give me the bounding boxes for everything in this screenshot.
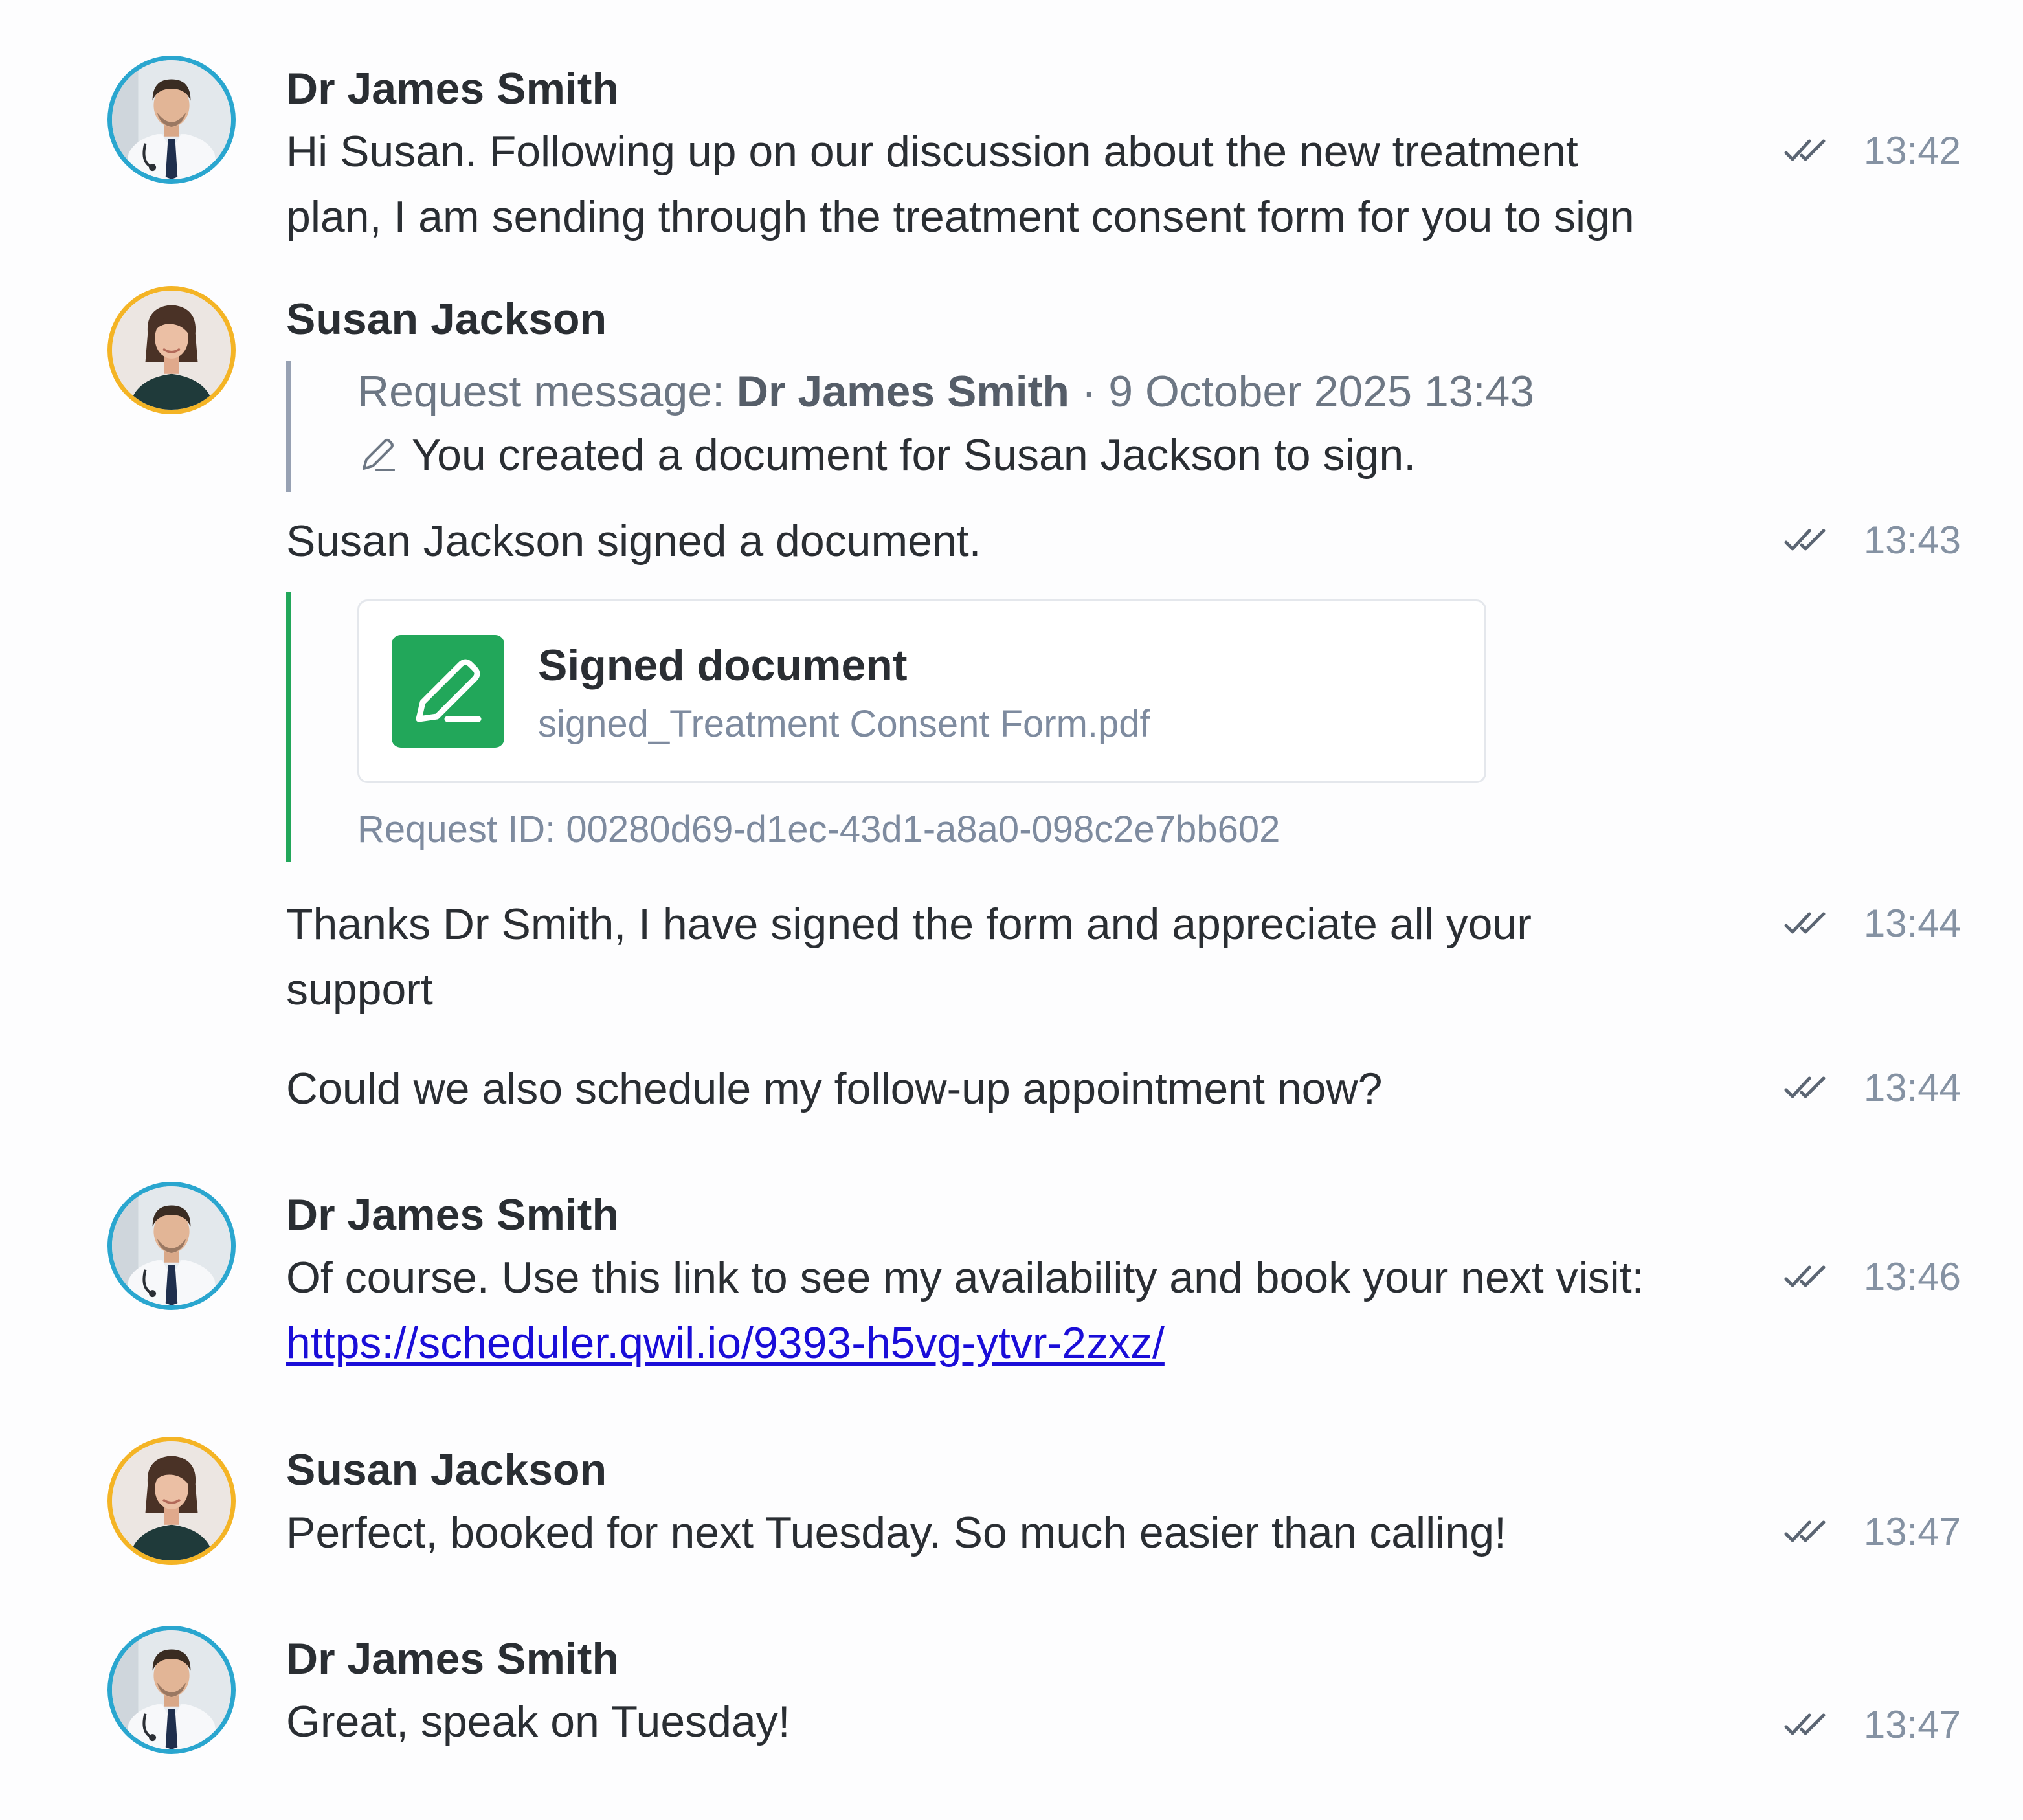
quote-datetime: 9 October 2025 13:43: [1108, 367, 1535, 416]
patient-avatar[interactable]: [107, 286, 236, 414]
message-meta: 13:46: [1783, 1254, 1961, 1298]
message-time: 13:44: [1863, 1065, 1961, 1109]
double-check-icon: [1783, 136, 1831, 164]
scheduler-link[interactable]: https://scheduler.qwil.io/9393-h5vg-ytvr…: [286, 1318, 1165, 1368]
message-time: 13:47: [1863, 1702, 1961, 1746]
message-time: 13:43: [1863, 518, 1961, 562]
sender-name: Susan Jackson: [286, 294, 607, 344]
patient-avatar[interactable]: [107, 1437, 236, 1565]
message-meta: 13:42: [1783, 128, 1961, 172]
doctor-avatar[interactable]: [107, 56, 236, 184]
doctor-avatar[interactable]: [107, 1182, 236, 1310]
doctor-avatar[interactable]: [107, 1626, 236, 1754]
message-text: Thanks Dr Smith, I have signed the form …: [286, 892, 1532, 1023]
sender-name: Dr James Smith: [286, 1634, 619, 1683]
patient-avatar-image: [112, 291, 231, 410]
document-filename[interactable]: signed_Treatment Consent Form.pdf: [538, 702, 1150, 746]
message-text: Perfect, booked for next Tuesday. So muc…: [286, 1508, 1506, 1557]
message-meta: 13:47: [1783, 1702, 1961, 1746]
signed-document-card[interactable]: Signed document signed_Treatment Consent…: [357, 599, 1486, 783]
signed-document-bar: [286, 592, 291, 862]
quote-author: Dr James Smith: [736, 367, 1069, 416]
message-line: plan, I am sending through the treatment…: [286, 192, 1635, 241]
message-line: Thanks Dr Smith, I have signed the form …: [286, 900, 1532, 949]
sender-name: Dr James Smith: [286, 64, 619, 113]
doctor-avatar-image: [112, 60, 231, 179]
message-text: Susan Jackson signed a document.: [286, 516, 981, 566]
message-time: 13:46: [1863, 1254, 1961, 1298]
quote-body-text: You created a document for Susan Jackson…: [412, 430, 1416, 480]
message-line: support: [286, 965, 433, 1014]
message-meta: 13:44: [1783, 1065, 1961, 1109]
message-text: Hi Susan. Following up on our discussion…: [286, 119, 1635, 250]
double-check-icon: [1783, 1517, 1831, 1546]
message-time: 13:42: [1863, 128, 1961, 172]
pen-icon: [416, 659, 482, 722]
message-time: 13:44: [1863, 901, 1961, 945]
message-text: Of course. Use this link to see my avail…: [286, 1245, 1644, 1376]
double-check-icon: [1783, 1073, 1831, 1102]
quoted-message-header[interactable]: Request message: Dr James Smith · 9 Octo…: [357, 366, 1534, 417]
message-meta: 13:43: [1783, 518, 1961, 562]
double-check-icon: [1783, 1262, 1831, 1291]
message-meta: 13:47: [1783, 1509, 1961, 1553]
double-check-icon: [1783, 1710, 1831, 1738]
message-line: Of course. Use this link to see my avail…: [286, 1253, 1644, 1302]
signed-document-icon: [392, 635, 504, 748]
request-id: Request ID: 00280d69-d1ec-43d1-a8a0-098c…: [357, 808, 1280, 850]
quote-separator: ·: [1069, 367, 1109, 416]
message-text: Great, speak on Tuesday!: [286, 1697, 790, 1746]
message-meta: 13:44: [1783, 902, 1961, 945]
patient-avatar-image: [112, 1441, 231, 1560]
quoted-message-body: You created a document for Susan Jackson…: [357, 430, 1416, 480]
message-time: 13:47: [1863, 1509, 1961, 1553]
pen-icon: [363, 439, 395, 471]
doctor-avatar-image: [112, 1186, 231, 1305]
double-check-icon: [1783, 909, 1831, 937]
doctor-avatar-image: [112, 1630, 231, 1749]
double-check-icon: [1783, 526, 1831, 554]
message-line: Hi Susan. Following up on our discussion…: [286, 127, 1578, 176]
document-title: Signed document: [538, 641, 908, 690]
quote-bar: [286, 361, 291, 492]
message-text: Could we also schedule my follow-up appo…: [286, 1064, 1383, 1113]
sender-name: Dr James Smith: [286, 1190, 619, 1239]
sender-name: Susan Jackson: [286, 1445, 607, 1494]
quote-prefix: Request message:: [357, 367, 737, 416]
